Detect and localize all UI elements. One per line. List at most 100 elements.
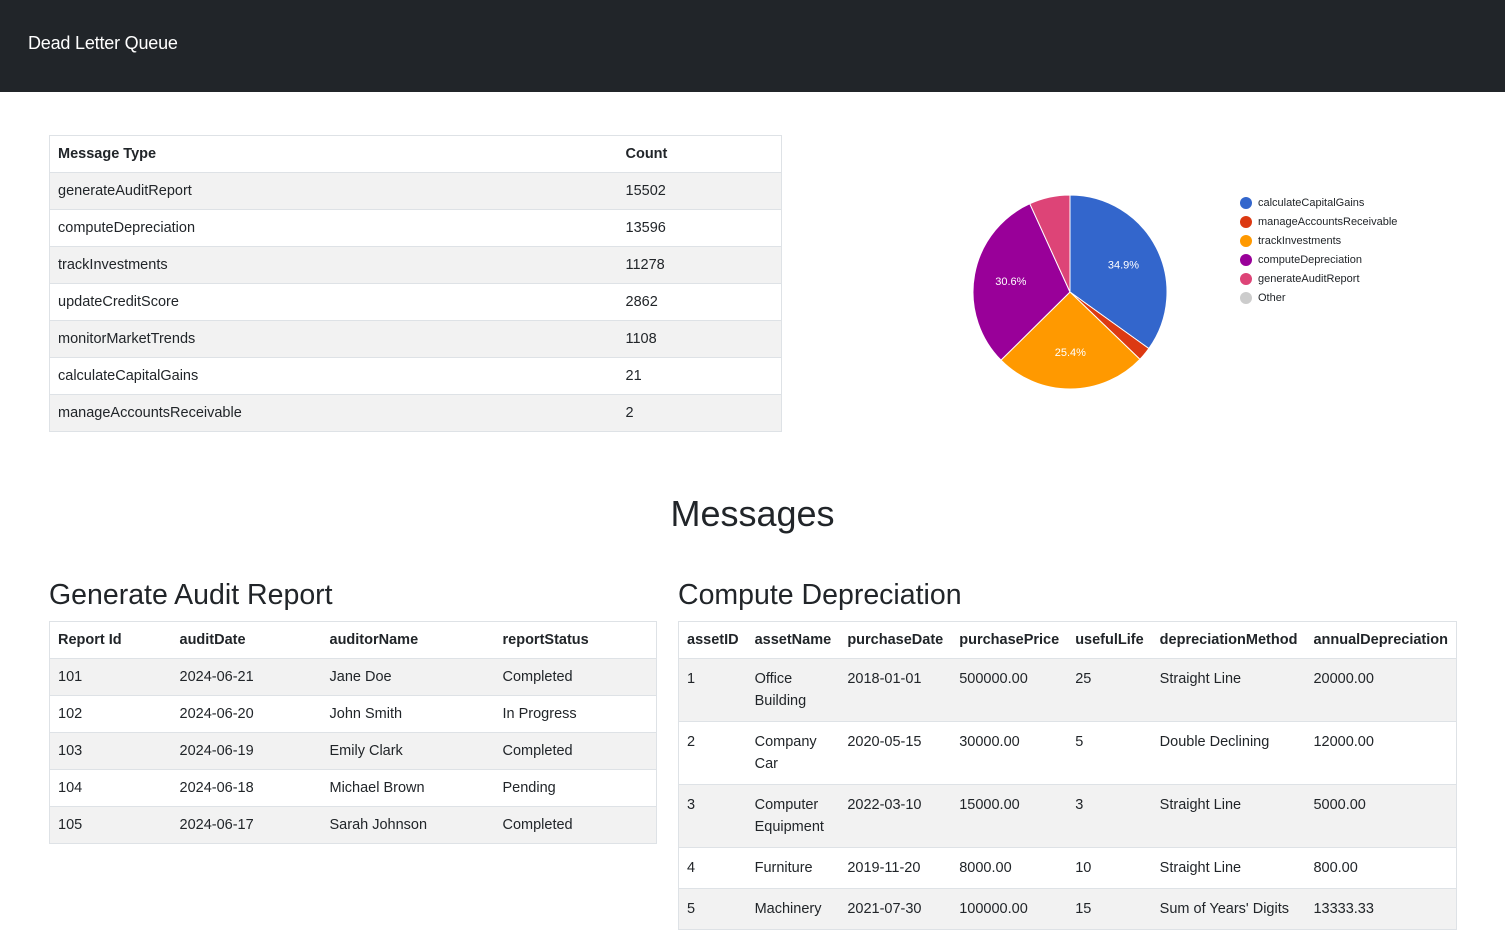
table-cell: computeDepreciation bbox=[58, 220, 196, 236]
column-header: usefulLife bbox=[1075, 632, 1144, 648]
legend-item[interactable]: computeDepreciation bbox=[1240, 250, 1397, 269]
table-cell: 100000.00 bbox=[959, 901, 1028, 917]
table-cell: 2 bbox=[687, 734, 696, 750]
table-cell: 12000.00 bbox=[1313, 734, 1374, 750]
table-cell: 2020-05-15 bbox=[847, 734, 922, 750]
table-cell: 1 bbox=[687, 671, 696, 687]
table-cell: 8000.00 bbox=[959, 860, 1012, 876]
audit-report-table: Report Id auditDate auditorName reportStatu… bbox=[49, 621, 657, 844]
legend-swatch-icon bbox=[1240, 272, 1252, 285]
legend-swatch-icon bbox=[1240, 196, 1252, 209]
navbar-brand[interactable]: Dead Letter Queue bbox=[28, 33, 178, 54]
legend-swatch-icon bbox=[1240, 291, 1252, 304]
table-cell: Double Declining bbox=[1159, 734, 1270, 750]
table-cell: Pending bbox=[502, 780, 556, 796]
audit-row: 104 2024-06-18 Michael Brown Pending bbox=[49, 769, 657, 807]
table-cell: 2019-11-20 bbox=[847, 860, 921, 876]
table-cell: 2024-06-21 bbox=[179, 669, 254, 685]
table-cell: Completed bbox=[502, 743, 573, 759]
table-cell: 15 bbox=[1075, 901, 1092, 917]
table-cell: Office Building bbox=[754, 671, 807, 709]
table-cell: Straight Line bbox=[1159, 671, 1242, 687]
table-cell: 2024-06-17 bbox=[179, 817, 254, 833]
table-cell: 104 bbox=[58, 780, 83, 796]
column-header: reportStatus bbox=[502, 632, 589, 648]
summary-row: manageAccountsReceivable 2 bbox=[49, 394, 782, 432]
table-cell: 2862 bbox=[625, 294, 658, 310]
table-cell: 5 bbox=[687, 901, 696, 917]
depreciation-table: assetID assetName purchaseDate purchasePric… bbox=[678, 621, 1457, 930]
table-cell: 2024-06-18 bbox=[179, 780, 254, 796]
legend-swatch-icon bbox=[1240, 253, 1252, 266]
pie-data-label: 30.6% bbox=[995, 276, 1026, 288]
table-cell: 3 bbox=[1075, 797, 1084, 813]
table-cell: Straight Line bbox=[1159, 860, 1242, 876]
messages-heading: Messages bbox=[670, 493, 835, 534]
table-cell: Computer Equipment bbox=[754, 797, 824, 835]
depreciation-row: 2 Company Car 2020-05-15 30000.00 5 Double De… bbox=[678, 721, 1457, 785]
legend-swatch-icon bbox=[1240, 215, 1252, 228]
depreciation-row: 4 Furniture 2019-11-20 8000.00 10 Straight Li… bbox=[678, 847, 1457, 889]
table-cell: 103 bbox=[58, 743, 83, 759]
table-cell: Machinery bbox=[754, 901, 822, 917]
table-cell: Straight Line bbox=[1159, 797, 1242, 813]
audit-row: 101 2024-06-21 Jane Doe Completed bbox=[49, 658, 657, 696]
message-type-pie-chart: 34.9% 25.4% 30.6% bbox=[960, 185, 1180, 410]
table-cell: Company Car bbox=[754, 734, 817, 772]
table-cell: Furniture bbox=[754, 860, 813, 876]
column-header: auditDate bbox=[179, 632, 246, 648]
legend-label: generateAuditReport bbox=[1258, 272, 1360, 285]
table-cell: 500000.00 bbox=[959, 671, 1028, 687]
table-cell: 10 bbox=[1075, 860, 1092, 876]
table-cell: John Smith bbox=[329, 706, 403, 722]
message-type-summary-table: Message Type Count generateAuditReport 15… bbox=[49, 135, 782, 432]
table-cell: generateAuditReport bbox=[58, 183, 192, 199]
legend-label: computeDepreciation bbox=[1258, 253, 1362, 266]
pie-chart-legend: calculateCapitalGains manageAccountsRecei… bbox=[1240, 193, 1397, 307]
legend-item[interactable]: generateAuditReport bbox=[1240, 269, 1397, 288]
table-cell: Michael Brown bbox=[329, 780, 425, 796]
table-cell: updateCreditScore bbox=[58, 294, 179, 310]
table-cell: Completed bbox=[502, 817, 573, 833]
audit-row: 102 2024-06-20 John Smith In Progress bbox=[49, 695, 657, 733]
table-cell: calculateCapitalGains bbox=[58, 368, 199, 384]
pie-data-label: 25.4% bbox=[1055, 347, 1086, 359]
table-cell: 30000.00 bbox=[959, 734, 1020, 750]
depreciation-row: 5 Machinery 2021-07-30 100000.00 15 Sum of Ye… bbox=[678, 888, 1457, 930]
table-cell: manageAccountsReceivable bbox=[58, 405, 242, 421]
table-cell: Completed bbox=[502, 669, 573, 685]
table-cell: 2022-03-10 bbox=[847, 797, 922, 813]
legend-item[interactable]: calculateCapitalGains bbox=[1240, 193, 1397, 212]
table-cell: 102 bbox=[58, 706, 83, 722]
table-cell: 101 bbox=[58, 669, 83, 685]
table-cell: Jane Doe bbox=[329, 669, 392, 685]
column-header: purchaseDate bbox=[847, 632, 944, 648]
audit-row: 105 2024-06-17 Sarah Johnson Completed bbox=[49, 806, 657, 844]
summary-row: trackInvestments 11278 bbox=[49, 246, 782, 284]
pie-data-label: 34.9% bbox=[1108, 260, 1139, 272]
legend-item[interactable]: manageAccountsReceivable bbox=[1240, 212, 1397, 231]
legend-item[interactable]: trackInvestments bbox=[1240, 231, 1397, 250]
table-cell: Sum of Years' Digits bbox=[1159, 901, 1289, 917]
audit-report-heading: Generate Audit Report bbox=[49, 579, 333, 611]
column-header-message-type: Message Type bbox=[58, 146, 157, 162]
pie-chart-svg: 34.9% 25.4% 30.6% bbox=[972, 194, 1168, 390]
legend-label: Other bbox=[1258, 291, 1286, 304]
table-cell: 15502 bbox=[625, 183, 666, 199]
table-cell: 13596 bbox=[625, 220, 666, 236]
legend-label: manageAccountsReceivable bbox=[1258, 215, 1398, 228]
summary-row: computeDepreciation 13596 bbox=[49, 209, 782, 247]
table-cell: 4 bbox=[687, 860, 696, 876]
column-header: purchasePrice bbox=[959, 632, 1060, 648]
legend-swatch-icon bbox=[1240, 234, 1252, 247]
depreciation-heading: Compute Depreciation bbox=[678, 579, 962, 611]
table-cell: 2 bbox=[625, 405, 634, 421]
column-header: assetName bbox=[754, 632, 832, 648]
table-cell: 105 bbox=[58, 817, 83, 833]
legend-label: calculateCapitalGains bbox=[1258, 196, 1365, 209]
legend-item[interactable]: Other bbox=[1240, 288, 1397, 307]
table-cell: 800.00 bbox=[1313, 860, 1358, 876]
table-cell: Sarah Johnson bbox=[329, 817, 428, 833]
column-header-count: Count bbox=[625, 146, 668, 162]
table-cell: 3 bbox=[687, 797, 696, 813]
